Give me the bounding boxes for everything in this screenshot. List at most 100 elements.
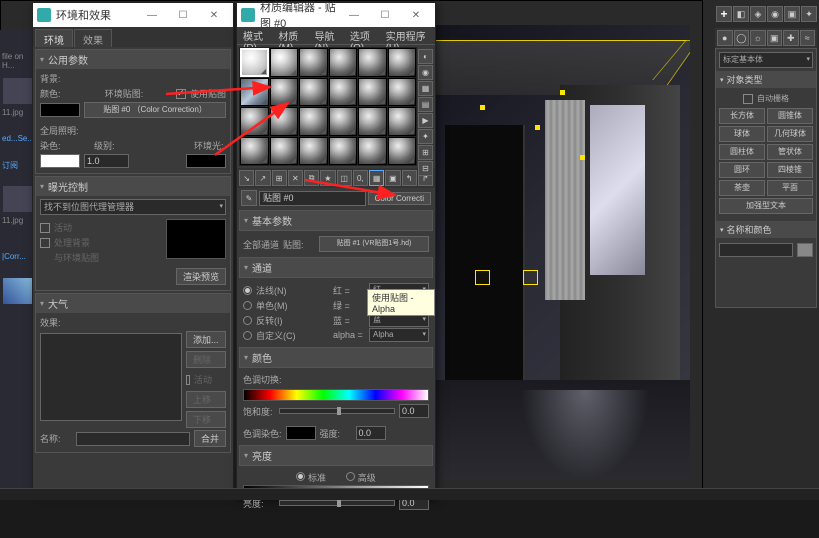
file-item[interactable]: 11.jpg (0, 214, 36, 240)
shapes-icon[interactable]: ◯ (734, 30, 750, 46)
category-dropdown[interactable]: 标定基本体 (719, 52, 813, 68)
merge-button[interactable]: 合并 (194, 430, 226, 447)
file-thumb[interactable] (3, 278, 33, 304)
menu-options[interactable]: 选项(O) (346, 27, 382, 44)
rollout-header[interactable]: 公用参数 (36, 50, 230, 69)
file-item[interactable]: |Corr... (0, 250, 36, 276)
htool-showmap[interactable]: ▦ (369, 170, 384, 186)
maximize-button[interactable]: ☐ (168, 5, 198, 25)
vtool-bg[interactable]: ▦ (418, 81, 433, 96)
active-checkbox[interactable] (186, 375, 190, 385)
space-icon[interactable]: ≈ (800, 30, 816, 46)
file-item[interactable]: ed...Se... (0, 132, 36, 158)
modify-icon[interactable]: ◧ (733, 6, 749, 22)
material-slot-hdr[interactable] (240, 78, 269, 107)
file-thumb[interactable] (3, 78, 33, 104)
cameras-icon[interactable]: ▣ (767, 30, 783, 46)
object-name-field[interactable] (719, 243, 793, 257)
radio-standard[interactable] (296, 472, 305, 481)
close-button[interactable]: ✕ (401, 5, 431, 25)
htool-unique[interactable]: ★ (320, 170, 335, 186)
brightness-slider[interactable] (279, 500, 395, 506)
selection-box[interactable] (523, 270, 538, 285)
utilities-icon[interactable]: ✦ (801, 6, 817, 22)
panel-header[interactable]: 对象类型 (716, 71, 816, 88)
create-plane[interactable]: 平面 (767, 180, 813, 196)
saturation-spinner[interactable]: 0.0 (399, 404, 429, 418)
radio-mono[interactable] (243, 301, 252, 310)
htool-id[interactable]: 0, (353, 170, 368, 186)
material-slot[interactable] (299, 107, 328, 136)
rollout-header[interactable]: 曝光控制 (36, 177, 230, 196)
section-color[interactable]: 颜色 (239, 347, 433, 368)
add-button[interactable]: 添加... (186, 331, 226, 348)
vtool-uv[interactable]: ▤ (418, 97, 433, 112)
material-slot[interactable] (329, 107, 358, 136)
material-slot[interactable] (299, 48, 328, 77)
create-teapot[interactable]: 茶壶 (719, 180, 765, 196)
tint-swatch[interactable] (286, 426, 316, 440)
strength-spinner[interactable]: 0.0 (356, 426, 386, 440)
down-button[interactable]: 下移 (186, 411, 226, 428)
htool-reset[interactable]: ✕ (288, 170, 303, 186)
level-spinner[interactable]: 1.0 (84, 154, 129, 168)
rollout-header[interactable]: 大气 (36, 294, 230, 313)
material-slot[interactable] (329, 48, 358, 77)
material-name-field[interactable]: 贴图 #0 (259, 191, 366, 206)
material-slot-0[interactable] (240, 48, 269, 77)
pick-icon[interactable]: ✎ (241, 190, 257, 206)
vtool-backlight[interactable]: ◉ (418, 65, 433, 80)
material-type-button[interactable]: Color Correcti (368, 192, 431, 205)
create-box[interactable]: 长方体 (719, 108, 765, 124)
up-button[interactable]: 上移 (186, 391, 226, 408)
create-icon[interactable]: + (716, 6, 732, 22)
autogrid-checkbox[interactable] (743, 94, 753, 104)
dialog-titlebar[interactable]: 环境和效果 — ☐ ✕ (33, 3, 233, 27)
radio-normal[interactable] (243, 286, 252, 295)
material-slot[interactable] (329, 137, 358, 166)
minimize-button[interactable]: — (339, 5, 369, 25)
create-tube[interactable]: 管状体 (767, 144, 813, 160)
material-slot[interactable] (388, 78, 417, 107)
htool-put[interactable]: ↗ (255, 170, 270, 186)
atmosphere-listbox[interactable] (40, 333, 182, 421)
material-slot[interactable] (270, 78, 299, 107)
maximize-button[interactable]: ☐ (370, 5, 400, 25)
render-preview-button[interactable]: 渲染预览 (176, 268, 226, 285)
material-slot[interactable] (299, 137, 328, 166)
helpers-icon[interactable]: ✚ (783, 30, 799, 46)
hierarchy-icon[interactable]: ◈ (750, 6, 766, 22)
material-slot[interactable] (358, 48, 387, 77)
hue-gradient[interactable] (243, 389, 429, 401)
material-slot[interactable] (270, 48, 299, 77)
material-slot[interactable] (240, 137, 269, 166)
env-map-button[interactable]: 贴图 #0 （Color Correction） (84, 102, 226, 118)
tab-environment[interactable]: 环境 (35, 29, 73, 47)
vtool-count[interactable]: ⊟ (418, 161, 433, 176)
material-slot[interactable] (270, 137, 299, 166)
dialog-titlebar[interactable]: 材质编辑器 - 贴图 #0 — ☐ ✕ (237, 3, 435, 27)
name-field[interactable] (76, 432, 190, 446)
section-brightness[interactable]: 亮度 (239, 445, 433, 466)
use-map-checkbox[interactable] (176, 89, 186, 99)
tab-effects[interactable]: 效果 (74, 29, 112, 47)
bg-color-swatch[interactable] (40, 103, 80, 117)
material-slot[interactable] (358, 107, 387, 136)
alpha-dropdown[interactable]: Alpha (369, 328, 429, 342)
vtool-video[interactable]: ▶ (418, 113, 433, 128)
material-slot[interactable] (388, 137, 417, 166)
htool-copy[interactable]: ⧉ (304, 170, 319, 186)
material-slot[interactable] (299, 78, 328, 107)
vtool-select[interactable]: ⊞ (418, 145, 433, 160)
exposure-dropdown[interactable]: 找不到位图代理管理器 (40, 199, 226, 215)
radio-invert[interactable] (243, 316, 252, 325)
htool-assign[interactable]: ⊞ (272, 170, 287, 186)
panel-header[interactable]: 名称和颜色 (716, 221, 816, 238)
create-sphere[interactable]: 球体 (719, 126, 765, 142)
geom-icon[interactable]: ● (717, 30, 733, 46)
procbg-checkbox[interactable] (40, 238, 50, 248)
file-item[interactable]: file on H... (0, 50, 36, 76)
section-channels[interactable]: 通道 (239, 257, 433, 278)
section-basic[interactable]: 基本参数 (239, 210, 433, 231)
create-textplus[interactable]: 加强型文本 (719, 198, 813, 214)
